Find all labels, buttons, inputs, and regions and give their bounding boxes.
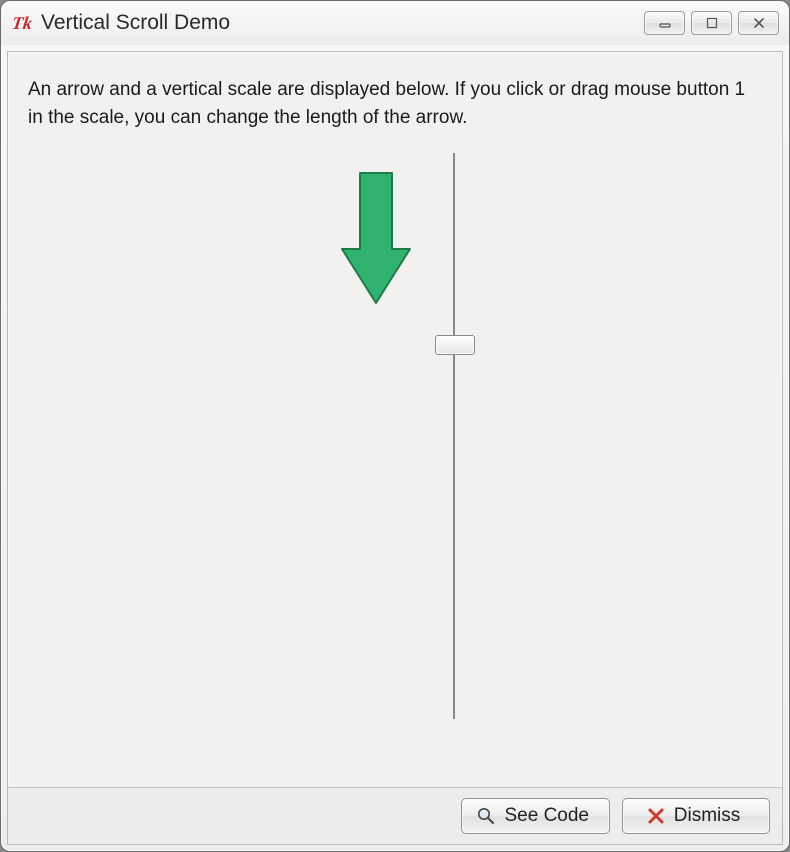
minimize-icon [658, 16, 672, 30]
close-button[interactable] [738, 11, 779, 35]
see-code-label: See Code [504, 805, 589, 827]
close-icon [752, 16, 766, 30]
window-title: Vertical Scroll Demo [41, 11, 644, 35]
window-controls [644, 11, 779, 35]
description-text: An arrow and a vertical scale are displa… [8, 52, 782, 143]
maximize-button[interactable] [691, 11, 732, 35]
button-bar: See Code Dismiss [8, 787, 782, 844]
minimize-button[interactable] [644, 11, 685, 35]
demo-area [8, 143, 782, 787]
scale-thumb[interactable] [435, 335, 475, 355]
application-window: Vertical Scroll Demo An arrow and a vert… [0, 0, 790, 852]
titlebar[interactable]: Vertical Scroll Demo [1, 1, 789, 45]
tk-app-icon [11, 12, 33, 34]
dismiss-label: Dismiss [674, 805, 741, 827]
x-icon [646, 806, 666, 826]
see-code-button[interactable]: See Code [461, 798, 610, 834]
magnifier-icon [476, 806, 496, 826]
scale-track[interactable] [453, 153, 455, 719]
dismiss-button[interactable]: Dismiss [622, 798, 770, 834]
down-arrow-icon [338, 169, 414, 309]
content-frame: An arrow and a vertical scale are displa… [7, 51, 783, 845]
maximize-icon [705, 16, 719, 30]
